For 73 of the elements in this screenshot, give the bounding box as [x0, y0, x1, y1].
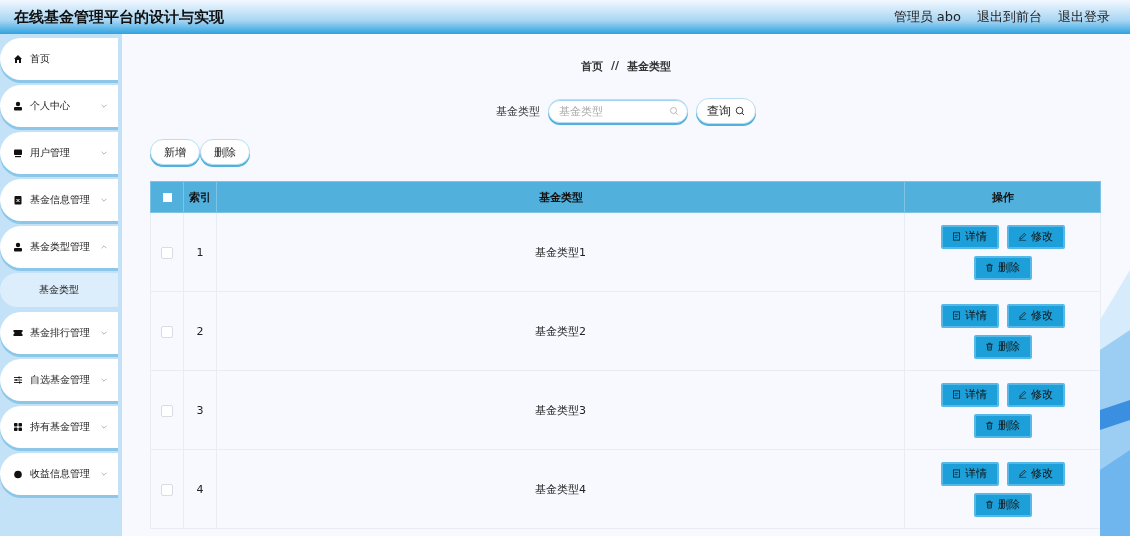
- user-label: 管理员 abo: [893, 8, 961, 26]
- header-link[interactable]: 退出到前台: [977, 8, 1042, 26]
- clipboard-icon: [13, 195, 23, 205]
- select-all-checkbox[interactable]: [162, 193, 172, 202]
- pencil-icon: [1018, 232, 1027, 241]
- row-checkbox[interactable]: [161, 246, 173, 259]
- sidebar-item[interactable]: 基金排行管理: [0, 312, 118, 354]
- sidebar-item[interactable]: 收益信息管理: [0, 453, 118, 495]
- table-cell: 3: [183, 370, 217, 450]
- sidebar-item[interactable]: 基金信息管理: [0, 179, 118, 221]
- search-button[interactable]: 查询: [696, 98, 756, 124]
- sidebar-item[interactable]: 自选基金管理: [0, 359, 118, 401]
- monitor-icon: [13, 148, 23, 158]
- row-action-button[interactable]: 详情: [940, 382, 999, 407]
- column-header: 索引: [183, 181, 217, 213]
- pencil-icon: [1018, 390, 1027, 399]
- table-cell: 基金类型4: [216, 449, 905, 529]
- row-action-button[interactable]: 修改: [1006, 382, 1065, 407]
- ticket-icon: [13, 328, 23, 338]
- search-field[interactable]: 基金类型: [548, 99, 688, 123]
- drop-icon: [13, 469, 23, 479]
- document-icon: [952, 390, 961, 399]
- table-cell: 1: [183, 212, 217, 292]
- trash-icon: [985, 263, 994, 272]
- row-action-button[interactable]: 删除: [973, 255, 1032, 280]
- row-action-button[interactable]: 详情: [940, 461, 999, 486]
- pencil-icon: [1018, 311, 1027, 320]
- row-action-button[interactable]: 删除: [973, 413, 1032, 438]
- table-cell: 基金类型2: [216, 291, 905, 371]
- row-checkbox[interactable]: [161, 404, 173, 417]
- document-icon: [952, 311, 961, 320]
- row-action-button[interactable]: 修改: [1006, 224, 1065, 249]
- table-cell: 基金类型1: [216, 212, 905, 292]
- sidebar-item[interactable]: 首页: [0, 38, 118, 80]
- breadcrumb-separator: //: [610, 59, 619, 74]
- trash-icon: [985, 421, 994, 430]
- person-icon: [13, 242, 23, 252]
- breadcrumb-item: 基金类型: [627, 59, 671, 75]
- row-action-button[interactable]: 修改: [1006, 461, 1065, 486]
- sidebar-item[interactable]: 个人中心: [0, 85, 118, 127]
- column-header: 基金类型: [216, 181, 905, 213]
- table-cell: 基金类型3: [216, 370, 905, 450]
- trash-icon: [985, 342, 994, 351]
- search-label: 基金类型: [496, 103, 540, 119]
- breadcrumb-item[interactable]: 首页: [580, 59, 603, 79]
- action-button[interactable]: 删除: [200, 139, 250, 165]
- person-icon: [13, 101, 23, 111]
- app-title: 在线基金管理平台的设计与实现: [14, 7, 224, 27]
- row-action-button[interactable]: 修改: [1006, 303, 1065, 328]
- header-link[interactable]: 退出登录: [1058, 8, 1110, 26]
- column-header: 操作: [904, 181, 1101, 213]
- row-checkbox[interactable]: [161, 325, 173, 338]
- row-checkbox[interactable]: [161, 483, 173, 496]
- action-button[interactable]: 新增: [150, 139, 200, 165]
- table-cell: 4: [183, 449, 217, 529]
- search-icon: [735, 106, 745, 116]
- trash-icon: [985, 500, 994, 509]
- row-action-button[interactable]: 删除: [973, 334, 1032, 359]
- sidebar-item[interactable]: 用户管理: [0, 132, 118, 174]
- document-icon: [952, 232, 961, 241]
- submenu-item[interactable]: 基金类型: [0, 273, 118, 307]
- document-icon: [952, 469, 961, 478]
- row-action-button[interactable]: 详情: [940, 224, 999, 249]
- pencil-icon: [1018, 469, 1027, 478]
- grid-icon: [13, 422, 23, 432]
- row-action-button[interactable]: 删除: [973, 492, 1032, 517]
- home-icon: [13, 54, 23, 64]
- sidebar-item[interactable]: 持有基金管理: [0, 406, 118, 448]
- table-cell: 2: [183, 291, 217, 371]
- sliders-icon: [13, 375, 23, 385]
- row-action-button[interactable]: 详情: [940, 303, 999, 328]
- search-icon: [669, 106, 679, 116]
- sidebar-item[interactable]: 基金类型管理: [0, 226, 118, 268]
